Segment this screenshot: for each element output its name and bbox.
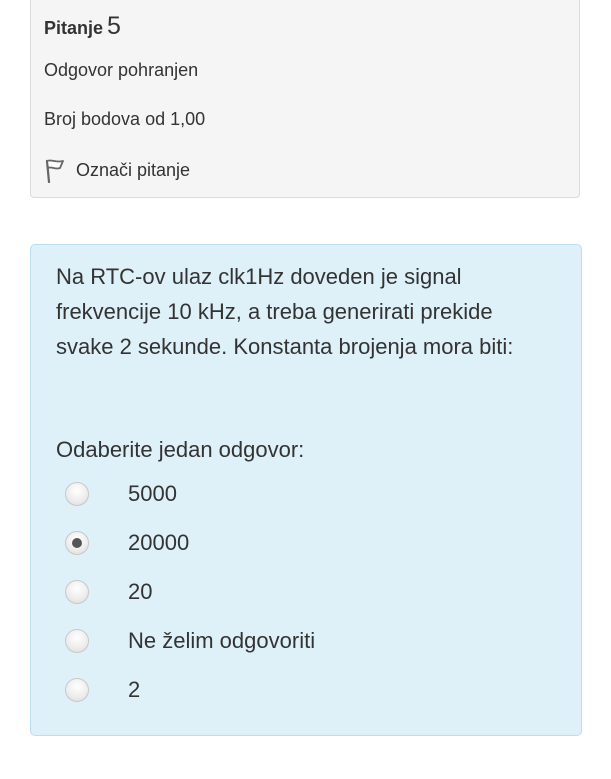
radio-icon[interactable] — [65, 629, 89, 653]
question-number: 5 — [107, 12, 121, 40]
radio-icon[interactable] — [65, 678, 89, 702]
answer-option[interactable]: 2 — [31, 670, 581, 710]
answer-prompt: Odaberite jedan odgovor: — [56, 437, 305, 462]
question-info-card: Pitanje 5 Odgovor pohranjen Broj bodova o… — [30, 0, 580, 198]
answer-option[interactable]: 20000 — [31, 523, 581, 563]
answer-option-label[interactable]: 2 — [128, 674, 140, 706]
flag-icon — [44, 157, 66, 184]
radio-icon[interactable] — [65, 580, 89, 604]
question-heading: Pitanje 5 — [44, 12, 121, 41]
question-card: Na RTC-ov ulaz clk1Hz doveden je signal … — [30, 244, 582, 736]
radio-icon[interactable] — [65, 531, 89, 555]
answer-status: Odgovor pohranjen — [44, 60, 199, 80]
answer-option-label[interactable]: 5000 — [128, 478, 177, 510]
question-points: Broj bodova od 1,00 — [44, 109, 206, 129]
answer-option[interactable]: Ne želim odgovoriti — [31, 621, 581, 661]
radio-icon[interactable] — [65, 482, 89, 506]
answer-option-label[interactable]: 20000 — [128, 527, 189, 559]
question-label: Pitanje — [44, 18, 104, 38]
answer-option[interactable]: 5000 — [31, 474, 581, 514]
question-text: Na RTC-ov ulaz clk1Hz doveden je signal … — [56, 264, 514, 359]
flag-question-label[interactable]: Označi pitanje — [76, 160, 190, 181]
answer-option-label[interactable]: Ne želim odgovoriti — [128, 625, 315, 657]
flag-question-button[interactable]: Označi pitanje — [44, 156, 190, 184]
answer-option-label[interactable]: 20 — [128, 576, 152, 608]
answer-option[interactable]: 20 — [31, 572, 581, 612]
